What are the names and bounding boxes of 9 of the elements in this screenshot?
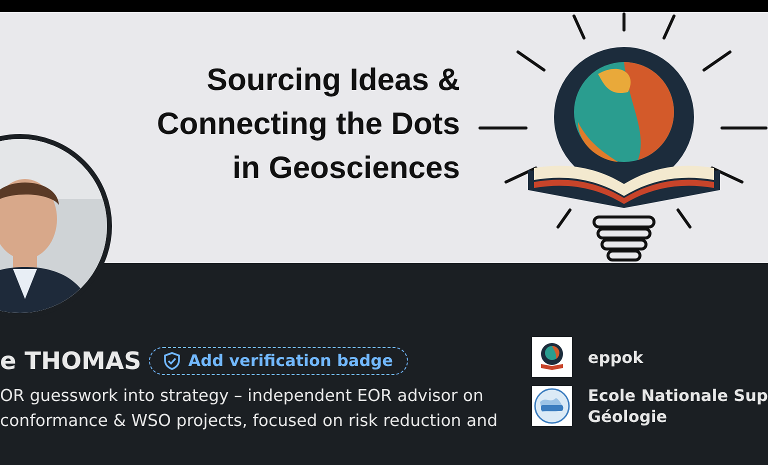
add-verification-badge-button[interactable]: Add verification badge [149, 347, 408, 375]
profile-headline: OR guesswork into strategy – independent EOR advisor on conformance & WSO projects, focused on risk reduction and [0, 385, 499, 432]
shield-check-icon [164, 352, 180, 370]
school-logo-icon [532, 386, 572, 426]
banner-title: Sourcing Ideas & Connecting the Dots in Geosciences [156, 61, 460, 187]
organization-name[interactable]: eppok [588, 346, 644, 368]
organization-name[interactable]: Ecole Nationale Sup Géologie [588, 385, 768, 427]
profile-name: e THOMAS [0, 346, 142, 377]
company-logo-icon [532, 337, 572, 377]
